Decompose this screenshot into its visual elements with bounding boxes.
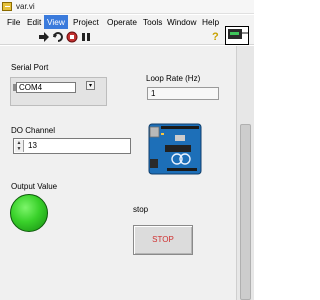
loop-rate-indicator: 1 [147, 87, 219, 100]
serial-port-value[interactable]: COM4 [16, 82, 76, 93]
arduino-board-image [147, 121, 203, 177]
stop-label: stop [133, 205, 149, 214]
menu-bar: File Edit View Project Operate Tools Win… [0, 15, 254, 29]
menu-operate[interactable]: Operate [104, 15, 140, 29]
menu-project[interactable]: Project [70, 15, 102, 29]
serial-port-label: Serial Port [11, 63, 49, 72]
help-icon[interactable]: ? [212, 31, 219, 43]
abort-icon[interactable] [66, 31, 78, 43]
dropdown-arrow-icon[interactable]: ▾ [86, 81, 95, 90]
do-channel-value[interactable]: 13 [28, 141, 37, 150]
connector-pane-icon[interactable] [225, 26, 249, 45]
run-arrow-icon[interactable] [38, 31, 50, 43]
loop-rate-label: Loop Rate (Hz) [146, 74, 201, 83]
title-bar: var.vi [0, 0, 254, 14]
output-value-label: Output Value [11, 182, 58, 191]
stop-button[interactable]: STOP [133, 225, 193, 255]
menu-view[interactable]: View [44, 15, 68, 29]
menu-edit[interactable]: Edit [24, 15, 44, 29]
scrollbar-thumb[interactable] [240, 124, 251, 300]
output-value-led [10, 194, 48, 232]
pause-icon[interactable] [80, 31, 92, 43]
menu-help[interactable]: Help [199, 15, 222, 29]
window-title: var.vi [16, 2, 35, 11]
increment-decrement-icon[interactable]: ▲ ▼ [15, 140, 24, 152]
serial-port-control[interactable]: COM4 ▾ [10, 77, 107, 106]
do-channel-control[interactable]: ▲ ▼ 13 [13, 138, 131, 154]
menu-file[interactable]: File [4, 15, 23, 29]
vertical-scrollbar[interactable] [236, 46, 254, 300]
menu-tools[interactable]: Tools [140, 15, 165, 29]
run-continuously-icon[interactable] [52, 31, 64, 43]
do-channel-label: DO Channel [11, 126, 56, 135]
menu-window[interactable]: Window [164, 15, 200, 29]
vi-app-icon [2, 2, 12, 11]
